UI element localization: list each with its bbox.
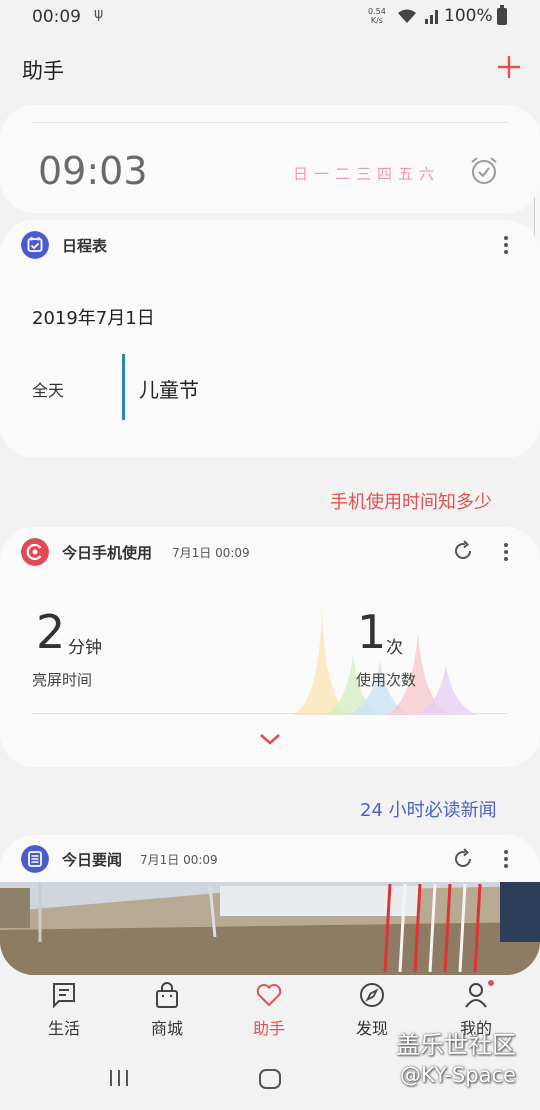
news-icon <box>21 845 49 873</box>
more-options-icon[interactable] <box>501 236 511 256</box>
more-options-icon[interactable] <box>501 850 511 870</box>
compass-icon <box>360 983 384 1007</box>
schedule-date: 2019年7月1日 <box>32 308 155 329</box>
recent-apps-icon[interactable] <box>108 1068 130 1088</box>
schedule-event[interactable]: 儿童节 <box>139 374 199 403</box>
nav-label: 商城 <box>150 1019 183 1038</box>
watermark-text: 盖乐世社区 <box>396 1031 516 1059</box>
usage-icon <box>21 538 49 566</box>
nav-label: 助手 <box>252 1019 285 1038</box>
add-icon[interactable] <box>494 52 524 82</box>
nav-item-assistant[interactable]: 助手 <box>229 981 309 1041</box>
home-icon[interactable] <box>258 1068 282 1090</box>
refresh-icon[interactable] <box>451 847 475 871</box>
usage-time-link[interactable]: 手机使用时间知多少 <box>330 488 492 514</box>
net-speed: 0.54 K/s <box>368 7 386 25</box>
net-speed-value: 0.54 <box>368 7 386 16</box>
screen-time-value: 2 <box>36 605 66 659</box>
news-title: 今日要闻 <box>62 851 123 869</box>
heart-icon <box>256 984 282 1007</box>
news-link[interactable]: 24 小时必读新闻 <box>360 796 497 822</box>
wifi-icon <box>398 9 416 23</box>
usage-title: 今日手机使用 <box>62 544 153 562</box>
schedule-card[interactable]: 日程表 2019年7月1日 全天 儿童节 <box>0 220 540 458</box>
chevron-down-icon[interactable] <box>258 731 282 747</box>
schedule-all-day: 全天 <box>32 381 65 400</box>
refresh-icon[interactable] <box>451 539 475 563</box>
news-card[interactable]: 今日要闻 7月1日 00:09 <box>0 835 540 975</box>
person-icon <box>465 983 487 1008</box>
alarm-time: 09:03 <box>38 149 148 193</box>
usage-timestamp: 7月1日 00:09 <box>172 546 250 560</box>
net-speed-unit: K/s <box>370 16 383 25</box>
notification-dot <box>488 980 494 986</box>
usb-icon: ψ <box>94 6 104 22</box>
battery-icon <box>497 5 507 25</box>
alarm-repeat-days: 日一二三四五六 <box>293 165 441 183</box>
more-options-icon[interactable] <box>501 543 511 563</box>
news-image[interactable] <box>0 882 540 975</box>
calendar-icon <box>21 231 49 259</box>
schedule-title: 日程表 <box>62 237 108 255</box>
news-timestamp: 7月1日 00:09 <box>140 853 218 867</box>
page-title: 助手 <box>22 59 64 83</box>
signal-icon <box>425 10 438 24</box>
nav-label: 生活 <box>47 1019 80 1038</box>
divider <box>32 713 508 714</box>
nav-item-store[interactable]: 商城 <box>127 981 207 1041</box>
unlock-count-label: 使用次数 <box>356 671 417 689</box>
shopping-bag-icon <box>156 982 178 1008</box>
battery-percent: 100% <box>444 6 493 26</box>
screen-time-label: 亮屏时间 <box>32 671 93 689</box>
alarm-card[interactable]: 09:03 日一二三四五六 <box>0 105 540 213</box>
unlock-count-unit: 次 <box>386 638 403 658</box>
divider <box>32 122 508 123</box>
phone-usage-card[interactable]: 今日手机使用 7月1日 00:09 2 分钟 亮屏时间 1 次 使用次数 <box>0 527 540 767</box>
event-color-bar <box>122 354 125 420</box>
status-time: 00:09 <box>32 7 81 27</box>
unlock-count-value: 1 <box>357 605 387 659</box>
nav-item-life[interactable]: 生活 <box>24 981 104 1041</box>
screen-time-unit: 分钟 <box>68 638 102 658</box>
watermark-text: @KY-Space <box>400 1063 516 1087</box>
bookmark-flag-icon <box>53 983 75 1009</box>
status-bar: 00:09 ψ 0.54 K/s 100% <box>0 0 540 34</box>
alarm-clock-icon[interactable] <box>468 155 500 187</box>
